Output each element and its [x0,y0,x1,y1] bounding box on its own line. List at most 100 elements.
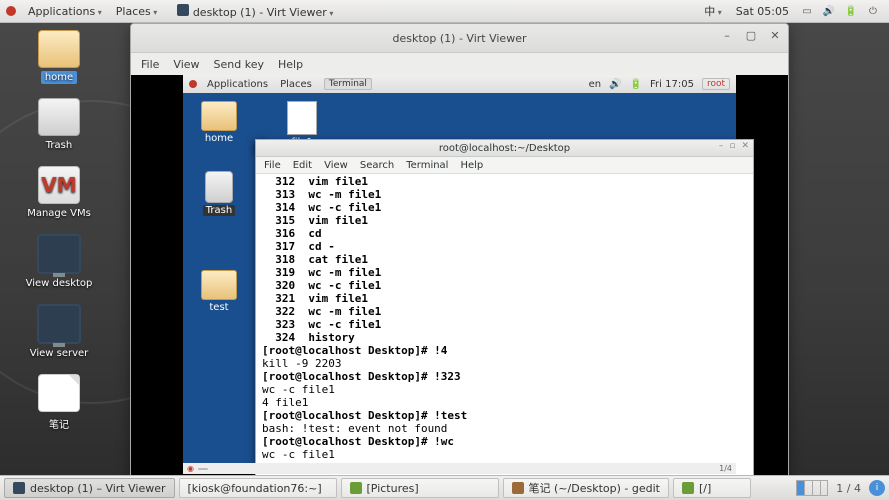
terminal-controls: – ▫ ✕ [719,141,749,151]
guest-bottom-logo-icon[interactable]: ◉ [187,464,194,473]
viewserver-label: View server [26,347,93,360]
terminal-menu-search[interactable]: Search [360,160,394,171]
window-label: desktop (1) - Virt Viewer [193,6,327,19]
terminal-body[interactable]: 312 vim file1 313 wc -m file1 314 wc -c … [256,173,753,479]
guest-bottom-panel: ◉ 1/4 [183,463,736,474]
guest-bottom-task[interactable] [198,468,208,470]
home-icon[interactable]: home [14,30,104,84]
viewserver-icon[interactable]: View server [14,304,104,360]
window-icon [177,4,189,16]
distro-logo-icon[interactable] [6,6,16,16]
task1-label: desktop (1) – Virt Viewer [30,482,166,495]
maximize-button[interactable]: ▢ [744,28,758,42]
virt-viewer-window: desktop (1) - Virt Viewer – ▢ ✕ File Vie… [130,23,789,483]
task4-label: 笔记 (~/Desktop) - gedit [529,480,660,496]
guest-task-label: Terminal [329,79,367,89]
minimize-button[interactable]: – [720,28,734,42]
host-bottom-right: 1 / 4 i [796,480,885,496]
host-menu-right: 中 Sat 05:05 ▭ 🔊 🔋 ⏻ [698,1,883,21]
ime-indicator[interactable]: 中 [698,1,728,21]
terminal-title: root@localhost:~/Desktop [439,143,570,154]
terminal-maximize-button[interactable]: ▫ [729,141,735,151]
virt-menu-help[interactable]: Help [278,58,303,71]
guest-home-icon[interactable]: home [201,101,237,148]
clock[interactable]: Sat 05:05 [730,3,795,20]
display-icon[interactable]: ▭ [800,4,814,18]
terminal-menu-help[interactable]: Help [460,160,483,171]
task-terminal[interactable]: [kiosk@foundation76:~] [179,478,337,498]
guest-places-menu[interactable]: Places [274,77,318,92]
guest-battery-icon[interactable]: 🔋 [630,79,642,90]
host-menu-left: Applications Places desktop (1) - Virt V… [6,2,339,21]
virt-menubar: File View Send key Help [131,53,788,76]
terminal-menu-view[interactable]: View [324,160,348,171]
virtviewer-icon [13,482,25,494]
trash-icon[interactable]: Trash [14,98,104,152]
battery-icon[interactable]: 🔋 [844,4,858,18]
workspace-switcher[interactable] [796,480,828,496]
terminal-menu-file[interactable]: File [264,160,281,171]
viewdesktop-label: View desktop [22,277,97,290]
home-label: home [41,71,77,84]
trash-label: Trash [42,139,76,152]
window-list-item[interactable]: desktop (1) - Virt Viewer [171,2,339,21]
guest-desktop: Applications Places Terminal en 🔊 🔋 Fri … [183,75,736,474]
screen: Applications Places desktop (1) - Virt V… [0,0,889,500]
terminal-minimize-button[interactable]: – [719,141,724,151]
virt-menu-file[interactable]: File [141,58,159,71]
task-gedit[interactable]: 笔记 (~/Desktop) - gedit [503,478,669,498]
guest-volume-icon[interactable]: 🔊 [609,79,621,90]
page-indicator: 1 / 4 [836,482,861,495]
task-virtviewer[interactable]: desktop (1) – Virt Viewer [4,478,175,498]
files-icon [682,482,694,494]
host-top-panel: Applications Places desktop (1) - Virt V… [0,0,889,23]
terminal-menubar: File Edit View Search Terminal Help [256,157,753,174]
guest-clock[interactable]: Fri 17:05 [650,79,694,90]
host-bottom-panel: desktop (1) – Virt Viewer [kiosk@foundat… [0,475,889,500]
virt-letterbox: Applications Places Terminal en 🔊 🔋 Fri … [131,75,788,482]
terminal-menu-edit[interactable]: Edit [293,160,312,171]
virt-menu-sendkey[interactable]: Send key [214,58,264,71]
terminal-window: root@localhost:~/Desktop – ▫ ✕ File Edit… [255,139,754,480]
terminal-close-button[interactable]: ✕ [741,141,749,151]
places-label: Places [116,5,151,18]
guest-page-indicator: 1/4 [719,464,732,473]
pictures-icon [350,482,362,494]
task-root[interactable]: [/] [673,478,751,498]
guest-trash-label: Trash [203,205,235,216]
host-desktop-icons: home Trash VMManage VMs View desktop Vie… [14,30,104,432]
task-pictures[interactable]: [Pictures] [341,478,499,498]
guest-top-panel: Applications Places Terminal en 🔊 🔋 Fri … [183,75,736,93]
viewdesktop-icon[interactable]: View desktop [14,234,104,290]
guest-test-icon[interactable]: test [201,270,237,313]
terminal-menu-terminal[interactable]: Terminal [406,160,448,171]
note-icon[interactable]: 笔记 [14,374,104,432]
virt-titlebar[interactable]: desktop (1) - Virt Viewer – ▢ ✕ [131,24,788,53]
virt-title: desktop (1) - Virt Viewer [393,32,527,45]
task5-label: [/] [699,482,711,495]
close-button[interactable]: ✕ [768,28,782,42]
places-menu[interactable]: Places [110,3,164,20]
guest-lang-indicator[interactable]: en [589,79,602,90]
terminal-titlebar[interactable]: root@localhost:~/Desktop – ▫ ✕ [256,140,753,157]
managevms-icon[interactable]: VMManage VMs [14,166,104,220]
task3-label: [Pictures] [367,482,419,495]
guest-applications-menu[interactable]: Applications [201,77,274,92]
ime-label: 中 [704,5,715,18]
notification-icon[interactable]: i [869,480,885,496]
window-controls: – ▢ ✕ [720,28,782,42]
power-icon[interactable]: ⏻ [866,4,880,18]
task2-label: [kiosk@foundation76:~] [188,482,322,495]
note-label: 笔记 [45,415,73,432]
guest-home-label: home [202,133,236,144]
guest-trash-icon[interactable]: Trash [201,171,237,216]
guest-logo-icon[interactable] [189,80,197,88]
volume-icon[interactable]: 🔊 [822,4,836,18]
guest-user-label[interactable]: root [702,78,730,90]
gedit-icon [512,482,524,494]
guest-taskbar-terminal[interactable]: Terminal [324,78,372,90]
applications-menu[interactable]: Applications [22,3,108,20]
virt-menu-view[interactable]: View [173,58,199,71]
managevms-label: Manage VMs [23,207,95,220]
guest-test-label: test [206,302,231,313]
